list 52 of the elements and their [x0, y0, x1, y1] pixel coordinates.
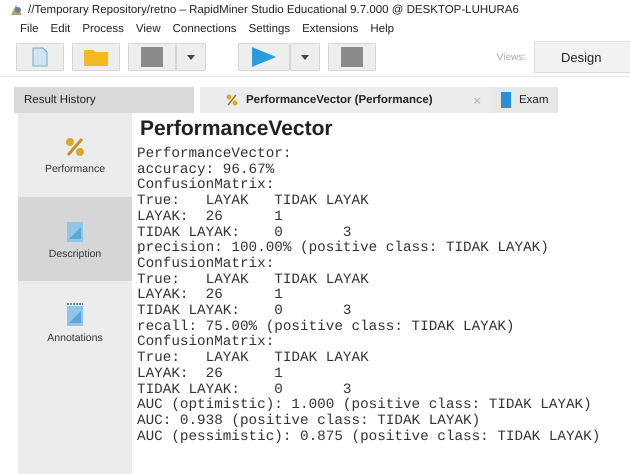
- sidebar-item[interactable]: Annotations: [18, 281, 132, 365]
- menu-item[interactable]: Process: [82, 23, 124, 35]
- menu-item[interactable]: Settings: [248, 23, 290, 35]
- window-title: //Temporary Repository/retno – RapidMiner Studio Educational 9.7.000 @ DESKTOP-LUHURA6: [28, 4, 519, 16]
- sidebar-item[interactable]: Description: [18, 197, 132, 281]
- caret-icon: [301, 54, 309, 60]
- run-menu-button[interactable]: [290, 43, 320, 71]
- result-line: ConfusionMatrix:: [137, 256, 276, 273]
- document-icon: [32, 47, 48, 67]
- result-line: recall: 75.00% (positive class: TIDAK LAYAK): [137, 320, 516, 335]
- notes-icon: [65, 302, 85, 326]
- menu-item[interactable]: Help: [370, 23, 394, 35]
- result-line: LAYAK: 26 1: [137, 288, 284, 304]
- result-line: LAYAK: 26 1: [137, 210, 284, 226]
- save-menu-button[interactable]: [176, 43, 206, 71]
- result-line: accuracy: 96.67%: [137, 162, 276, 178]
- tab[interactable]: PerformanceVector (Performance) ×: [200, 87, 491, 113]
- folder-icon: [84, 48, 108, 66]
- result-line: ConfusionMatrix:: [137, 178, 276, 194]
- play-icon: [251, 46, 277, 68]
- design-view-button[interactable]: Design: [534, 41, 630, 73]
- result-line: True: LAYAK TIDAK LAYAK: [137, 194, 370, 210]
- result-line: True: LAYAK TIDAK LAYAK: [137, 351, 370, 367]
- result-line: AUC (pessimistic): 0.875 (positive class: TIDAK LAYAK): [137, 430, 602, 446]
- stop-icon: [341, 47, 363, 67]
- caret-icon: [187, 54, 195, 60]
- app-logo-icon: [10, 4, 23, 16]
- menu-item[interactable]: File: [20, 23, 39, 35]
- percent-icon: [64, 136, 86, 158]
- new-process-button[interactable]: [16, 43, 64, 71]
- result-line: precision: 100.00% (positive class: TIDAK LAYAK): [137, 241, 550, 256]
- result-line: ConfusionMatrix:: [137, 335, 276, 352]
- sidebar-item[interactable]: Performance: [18, 113, 132, 197]
- result-line: TIDAK LAYAK: 0 3: [137, 304, 352, 320]
- table-icon: [501, 92, 511, 108]
- result-heading: PerformanceVector: [140, 117, 334, 141]
- result-line: AUC (optimistic): 1.000 (positive class: TIDAK LAYAK): [137, 398, 593, 414]
- result-line: TIDAK LAYAK: 0 3: [137, 382, 352, 398]
- percent-icon: [226, 94, 238, 106]
- tab[interactable]: Exam: [491, 87, 558, 113]
- result-line: True: LAYAK TIDAK LAYAK: [137, 272, 370, 288]
- result-line: AUC: 0.938 (positive class: TIDAK LAYAK): [137, 414, 482, 430]
- menu-item[interactable]: Connections: [172, 23, 237, 35]
- result-line: TIDAK LAYAK: 0 3: [137, 226, 352, 241]
- views-label: Views:: [496, 52, 526, 62]
- menu-item[interactable]: Edit: [50, 23, 70, 35]
- result-line: LAYAK: 26 1: [137, 366, 284, 383]
- result-line: PerformanceVector:: [137, 147, 292, 163]
- open-button[interactable]: [72, 43, 120, 71]
- tab[interactable]: Result History: [14, 87, 194, 113]
- menu-item[interactable]: Extensions: [302, 23, 358, 35]
- menu-item[interactable]: View: [136, 23, 161, 35]
